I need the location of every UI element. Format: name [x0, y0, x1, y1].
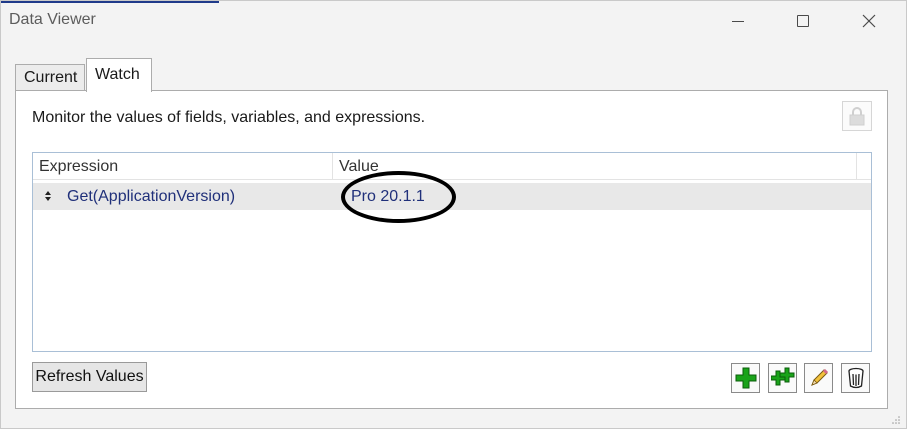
panel-description: Monitor the values of fields, variables,… — [32, 109, 426, 126]
close-icon — [862, 14, 876, 28]
lock-icon — [849, 107, 865, 126]
data-viewer-window: Data Viewer Current Watch Monitor the va… — [0, 0, 907, 429]
add-expression-icon — [735, 367, 756, 389]
maximize-button[interactable] — [781, 5, 825, 37]
grid-header: Expression Value — [33, 153, 871, 180]
window-title: Data Viewer — [9, 11, 96, 28]
add-multiple-button[interactable] — [768, 363, 797, 393]
tab-watch[interactable]: Watch — [86, 58, 152, 92]
watch-panel: Monitor the values of fields, variables,… — [15, 90, 888, 409]
close-button[interactable] — [847, 5, 891, 37]
add-multiple-icon — [770, 367, 794, 386]
minimize-icon — [732, 20, 744, 22]
table-row[interactable]: Get(ApplicationVersion) Pro 20.1.1 — [33, 183, 871, 210]
delete-expression-button[interactable] — [841, 363, 870, 393]
maximize-icon — [797, 15, 809, 27]
value-cell: Pro 20.1.1 — [351, 188, 425, 205]
column-header-expression[interactable]: Expression — [33, 153, 333, 180]
delete-expression-icon — [847, 367, 864, 389]
column-header-value[interactable]: Value — [333, 153, 857, 180]
reorder-arrows-icon[interactable] — [45, 191, 51, 201]
lock-button[interactable] — [842, 101, 872, 131]
title-bar: Data Viewer — [1, 1, 906, 41]
refresh-values-button[interactable]: Refresh Values — [32, 362, 147, 392]
expression-cell[interactable]: Get(ApplicationVersion) — [67, 183, 235, 210]
resize-grip-icon[interactable] — [892, 416, 900, 424]
tab-current[interactable]: Current — [15, 64, 85, 91]
edit-expression-icon — [810, 368, 828, 386]
minimize-button[interactable] — [716, 5, 760, 37]
add-expression-button[interactable] — [731, 363, 760, 393]
watch-grid: Expression Value Get(ApplicationVersion)… — [32, 152, 872, 352]
edit-expression-button[interactable] — [804, 363, 833, 393]
